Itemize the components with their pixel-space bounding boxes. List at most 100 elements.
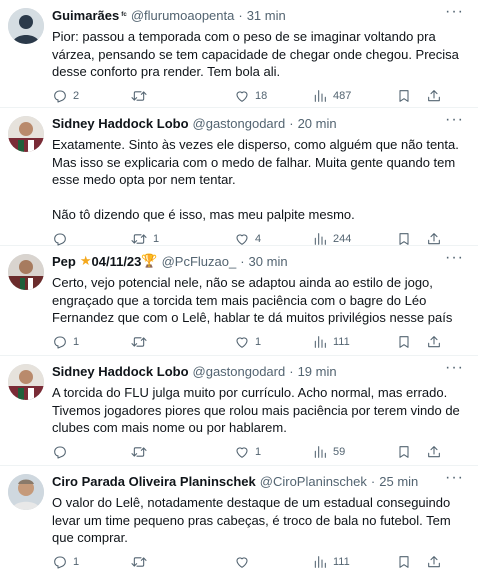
retweet-button[interactable]	[130, 554, 234, 570]
author-handle[interactable]: @gastongodard	[193, 116, 286, 131]
views-count: 111	[333, 335, 350, 348]
reply-count: 2	[73, 89, 80, 102]
retweet-button[interactable]	[130, 334, 234, 350]
timestamp[interactable]: 19 min	[298, 364, 337, 379]
retweet-count: 1	[153, 232, 160, 245]
avatar[interactable]	[8, 364, 44, 400]
avatar[interactable]	[8, 474, 44, 510]
more-icon[interactable]: ···	[445, 4, 464, 20]
author-handle[interactable]: @gastongodard	[193, 364, 286, 379]
views-icon	[312, 554, 328, 570]
bookmark-button[interactable]	[396, 231, 426, 247]
views-button[interactable]: 111	[312, 554, 396, 570]
share-icon	[426, 554, 442, 570]
like-icon	[234, 88, 250, 104]
share-button[interactable]	[426, 334, 442, 350]
reply-icon	[52, 554, 68, 570]
reply-icon	[52, 444, 68, 460]
share-button[interactable]	[426, 88, 442, 104]
retweet-icon	[130, 444, 148, 460]
timestamp[interactable]: 31 min	[247, 8, 286, 23]
author-name[interactable]: Guimarães	[52, 8, 119, 23]
retweet-button[interactable]	[130, 88, 234, 104]
bookmark-icon	[396, 231, 412, 247]
tweet[interactable]: Ciro Parada Oliveira Planinschek @CiroPl…	[0, 466, 478, 586]
separator-dot: ·	[240, 253, 245, 269]
timestamp[interactable]: 30 min	[249, 254, 288, 269]
reply-icon	[52, 88, 68, 104]
author-handle[interactable]: @flurumoaopenta	[131, 8, 235, 23]
views-button[interactable]: 244	[312, 231, 396, 247]
tweet[interactable]: Pep ★ 04/11/23 🏆 @PcFluzao_ · 30 min ···…	[0, 246, 478, 356]
share-icon	[426, 88, 442, 104]
tweet-text: Pior: passou a temporada com o peso de s…	[52, 29, 459, 79]
reply-thread: Guimarães ᶠᶜ @flurumoaopenta · 31 min ··…	[0, 0, 478, 586]
share-button[interactable]	[426, 444, 442, 460]
views-button[interactable]: 487	[312, 88, 396, 104]
like-icon	[234, 554, 250, 570]
like-button[interactable]: 1	[234, 334, 312, 350]
author-name[interactable]: Ciro Parada Oliveira Planinschek	[52, 474, 256, 489]
more-icon[interactable]: ···	[445, 360, 464, 376]
avatar[interactable]	[8, 8, 44, 44]
bookmark-button[interactable]	[396, 334, 426, 350]
like-button[interactable]: 1	[234, 444, 312, 460]
reply-button[interactable]: 1	[52, 334, 130, 350]
tweet[interactable]: Sidney Haddock Lobo @gastongodard · 19 m…	[0, 356, 478, 466]
share-button[interactable]	[426, 554, 442, 570]
author-handle[interactable]: @CiroPlaninschek	[260, 474, 367, 489]
views-count: 111	[333, 555, 350, 568]
reply-count: 1	[73, 555, 80, 568]
trophy-icon: 🏆	[141, 253, 158, 268]
tweet-text: O valor do Lelê, notadamente destaque de…	[52, 495, 451, 545]
star-icon: ★	[79, 253, 92, 268]
more-icon[interactable]: ···	[445, 470, 464, 486]
author-name[interactable]: Pep	[52, 254, 76, 269]
views-icon	[312, 334, 328, 350]
bookmark-button[interactable]	[396, 444, 426, 460]
share-button[interactable]	[426, 231, 442, 247]
avatar[interactable]	[8, 116, 44, 152]
like-button[interactable]	[234, 554, 312, 570]
author-name[interactable]: Sidney Haddock Lobo	[52, 364, 189, 379]
avatar[interactable]	[8, 254, 44, 290]
retweet-button[interactable]: 1	[130, 231, 234, 247]
views-button[interactable]: 111	[312, 334, 396, 350]
timestamp[interactable]: 20 min	[298, 116, 337, 131]
reply-button[interactable]: 1	[52, 554, 130, 570]
retweet-icon	[130, 554, 148, 570]
retweet-button[interactable]	[130, 444, 234, 460]
views-count: 487	[333, 89, 352, 102]
views-count: 244	[333, 232, 352, 245]
bookmark-icon	[396, 554, 412, 570]
author-name-suffix[interactable]: 04/11/23	[92, 254, 142, 269]
reply-button[interactable]: 2	[52, 88, 130, 104]
like-icon	[234, 334, 250, 350]
like-button[interactable]: 18	[234, 88, 312, 104]
share-icon	[426, 231, 442, 247]
timestamp[interactable]: 25 min	[379, 474, 418, 489]
views-button[interactable]: 59	[312, 444, 396, 460]
more-icon[interactable]: ···	[445, 112, 464, 128]
tweet[interactable]: Guimarães ᶠᶜ @flurumoaopenta · 31 min ··…	[0, 0, 478, 108]
reply-button[interactable]	[52, 444, 130, 460]
tweet-text: Exatamente. Sinto às vezes ele disperso,…	[52, 137, 459, 222]
reply-count: 1	[73, 335, 80, 348]
bookmark-button[interactable]	[396, 554, 426, 570]
reply-button[interactable]	[52, 231, 130, 247]
tweet[interactable]: Sidney Haddock Lobo @gastongodard · 20 m…	[0, 108, 478, 246]
retweet-icon	[130, 88, 148, 104]
bookmark-button[interactable]	[396, 88, 426, 104]
bookmark-icon	[396, 444, 412, 460]
separator-dot: ·	[370, 473, 376, 489]
separator-dot: ·	[289, 363, 294, 379]
author-name[interactable]: Sidney Haddock Lobo	[52, 116, 189, 131]
share-icon	[426, 444, 442, 460]
views-count: 59	[333, 445, 346, 458]
author-badge: ᶠᶜ	[121, 10, 127, 20]
like-icon	[234, 444, 250, 460]
like-icon	[234, 231, 250, 247]
like-button[interactable]: 4	[234, 231, 312, 247]
more-icon[interactable]: ···	[445, 250, 464, 266]
author-handle[interactable]: @PcFluzao_	[162, 254, 237, 269]
